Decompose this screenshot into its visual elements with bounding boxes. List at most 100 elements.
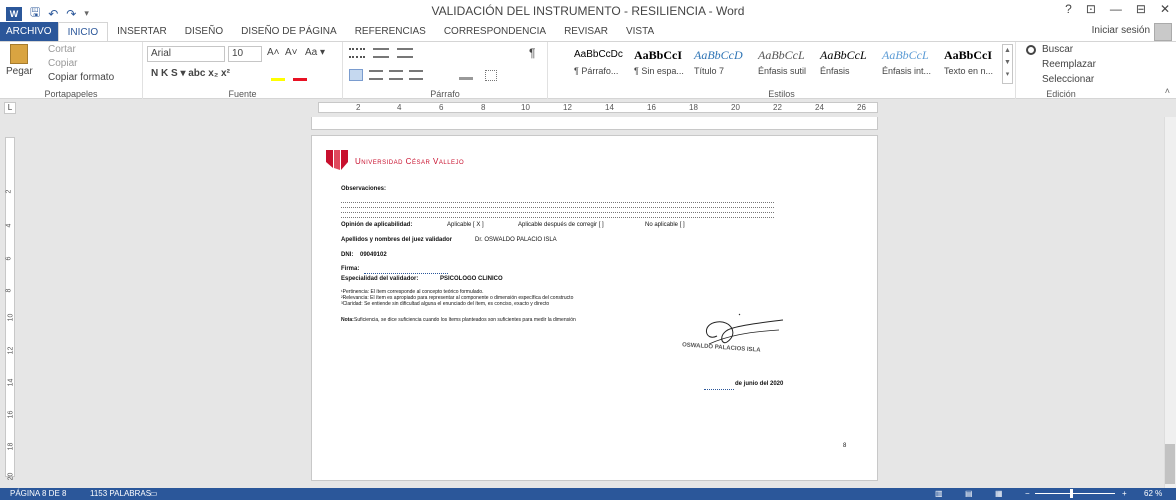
word-count[interactable]: 1153 PALABRAS — [90, 489, 151, 498]
style-name: ¶ Párrafo... — [574, 66, 619, 76]
font-color-icon[interactable] — [293, 78, 307, 81]
tab-referencias[interactable]: REFERENCIAS — [346, 22, 435, 42]
zoom-out-button[interactable]: − — [1025, 489, 1030, 498]
page-number: 8 — [843, 443, 847, 449]
grow-font-button[interactable]: A˄ — [267, 47, 280, 58]
ribbon-tabs: ARCHIVO INICIO INSERTAR DISEÑO DISEÑO DE… — [0, 22, 1176, 42]
tab-archivo[interactable]: ARCHIVO — [0, 22, 58, 42]
style-preview: AaBbCcL — [882, 48, 929, 62]
window-title: VALIDACIÓN DEL INSTRUMENTO - RESILIENCIA… — [431, 4, 745, 18]
vertical-scrollbar[interactable] — [1164, 117, 1176, 488]
tab-diseno[interactable]: DISEÑO — [176, 22, 232, 42]
justify-icon[interactable] — [409, 70, 423, 80]
tab-correspondencia[interactable]: CORRESPONDENCIA — [435, 22, 555, 42]
option-aplicable-corregir: Aplicable después de corregir [ ] — [518, 222, 604, 228]
align-left-icon[interactable] — [349, 69, 363, 81]
font-name-select[interactable]: Arial — [147, 46, 225, 62]
vruler-tick: 6 — [5, 256, 13, 261]
vertical-ruler-track[interactable] — [5, 137, 15, 477]
web-layout-icon[interactable]: ▦ — [995, 489, 1003, 498]
zoom-level[interactable]: 62 % — [1144, 489, 1162, 498]
read-mode-icon[interactable]: ▥ — [935, 489, 943, 498]
vruler-tick: 12 — [7, 346, 15, 355]
ribbon: Pegar Cortar Copiar Copiar formato Porta… — [0, 41, 1176, 100]
minimize-button[interactable]: — — [1110, 2, 1122, 16]
align-right-icon[interactable] — [389, 70, 403, 80]
scrollbar-thumb[interactable] — [1165, 444, 1175, 484]
firma-label: Firma: — [341, 266, 360, 272]
vruler-tick: 14 — [7, 378, 15, 387]
borders-icon[interactable] — [485, 70, 497, 81]
replace-button[interactable]: Reemplazar — [1042, 59, 1096, 70]
change-case-button[interactable]: Aa ▾ — [305, 47, 325, 58]
paste-icon[interactable] — [10, 44, 28, 64]
avatar[interactable] — [1154, 23, 1172, 41]
style-name: Texto en n... — [944, 66, 994, 76]
highlight-color-icon[interactable] — [271, 78, 285, 81]
style-text-in[interactable]: AaBbCcI Texto en n... — [942, 44, 999, 84]
find-button[interactable]: Buscar — [1042, 44, 1073, 55]
vruler-tick: 2 — [5, 189, 13, 194]
tab-selector[interactable]: L — [4, 102, 16, 114]
tab-vista[interactable]: VISTA — [617, 22, 663, 42]
page-count[interactable]: PÁGINA 8 DE 8 — [10, 489, 66, 498]
numbering-icon[interactable] — [373, 48, 389, 58]
font-format-buttons[interactable]: N K S ▾ abc x₂ x² — [151, 68, 230, 79]
collapse-ribbon-icon[interactable]: ˄ — [1165, 86, 1170, 96]
paragraph-label: Párrafo — [430, 89, 460, 99]
ruler-tick: 26 — [857, 103, 866, 112]
zoom-in-button[interactable]: + — [1122, 489, 1127, 498]
style-intense-emphasis[interactable]: AaBbCcL Énfasis int... — [880, 44, 937, 84]
print-layout-icon[interactable]: ▤ — [965, 489, 973, 498]
tab-inicio[interactable]: INICIO — [57, 22, 109, 42]
tab-revisar[interactable]: REVISAR — [555, 22, 617, 42]
close-button[interactable]: ✕ — [1160, 2, 1170, 16]
ruler-tick: 18 — [689, 103, 698, 112]
align-center-icon[interactable] — [369, 70, 383, 80]
style-preview: AaBbCcD — [694, 48, 743, 62]
select-button[interactable]: Seleccionar — [1042, 74, 1094, 85]
ribbon-display-button[interactable]: ⊡ — [1086, 2, 1096, 16]
ruler-track[interactable]: 2 4 6 8 10 12 14 16 18 20 22 24 26 — [318, 102, 878, 113]
ruler-tick: 8 — [481, 103, 486, 112]
vruler-tick: 8 — [5, 288, 13, 293]
style-no-spacing[interactable]: AaBbCcI ¶ Sin espa... — [632, 44, 689, 84]
style-name: ¶ Sin espa... — [634, 66, 684, 76]
restore-button[interactable]: ⊟ — [1136, 2, 1146, 16]
vruler-tick: 18 — [7, 442, 15, 451]
shrink-font-button[interactable]: A˅ — [285, 47, 298, 58]
help-button[interactable]: ? — [1065, 2, 1072, 16]
zoom-slider[interactable] — [1035, 489, 1115, 498]
style-preview: AaBbCcI — [634, 48, 683, 62]
ucv-logo-icon — [326, 150, 348, 170]
previous-page-bottom — [311, 117, 878, 130]
font-size-select[interactable]: 10 — [228, 46, 262, 62]
sign-in-link[interactable]: Iniciar sesión — [1092, 25, 1150, 36]
copy-button[interactable]: Copiar — [48, 58, 77, 69]
shading-icon[interactable] — [459, 70, 473, 80]
style-paragraph[interactable]: AaBbCcDc ¶ Párrafo... — [572, 44, 629, 84]
style-emphasis[interactable]: AaBbCcL Énfasis — [818, 44, 875, 84]
zoom-slider-thumb[interactable] — [1070, 489, 1073, 498]
proofing-icon[interactable]: ▭ — [150, 489, 158, 498]
tab-insertar[interactable]: INSERTAR — [108, 22, 176, 42]
opinion-label: Opinión de aplicabilidad: — [341, 222, 413, 228]
bullets-icon[interactable] — [349, 48, 365, 58]
names-value: Dr. OSWALDO PALACIO ISLA — [475, 237, 557, 243]
style-subtle-emphasis[interactable]: AaBbCcL Énfasis sutil — [756, 44, 813, 84]
document-page[interactable]: Universidad César Vallejo Observaciones:… — [311, 135, 878, 481]
multilevel-icon[interactable] — [397, 48, 413, 58]
styles-scroll-arrows[interactable]: ▲ ▼ ▾ — [1002, 44, 1013, 84]
show-marks-button[interactable]: ¶ — [529, 46, 535, 60]
ruler-tick: 14 — [605, 103, 614, 112]
dni-label: DNI: — [341, 252, 354, 258]
format-painter-button[interactable]: Copiar formato — [48, 72, 114, 83]
firma-line — [364, 273, 448, 274]
ruler-tick: 12 — [563, 103, 572, 112]
paste-button[interactable]: Pegar — [6, 66, 33, 77]
cut-button[interactable]: Cortar — [48, 44, 76, 55]
note-claridad: ³Claridad: Se entiende sin dificultad al… — [341, 301, 550, 307]
tab-diseno-pagina[interactable]: DISEÑO DE PÁGINA — [232, 22, 346, 42]
style-title-7[interactable]: AaBbCcD Título 7 — [692, 44, 749, 84]
ruler-tick: 10 — [521, 103, 530, 112]
